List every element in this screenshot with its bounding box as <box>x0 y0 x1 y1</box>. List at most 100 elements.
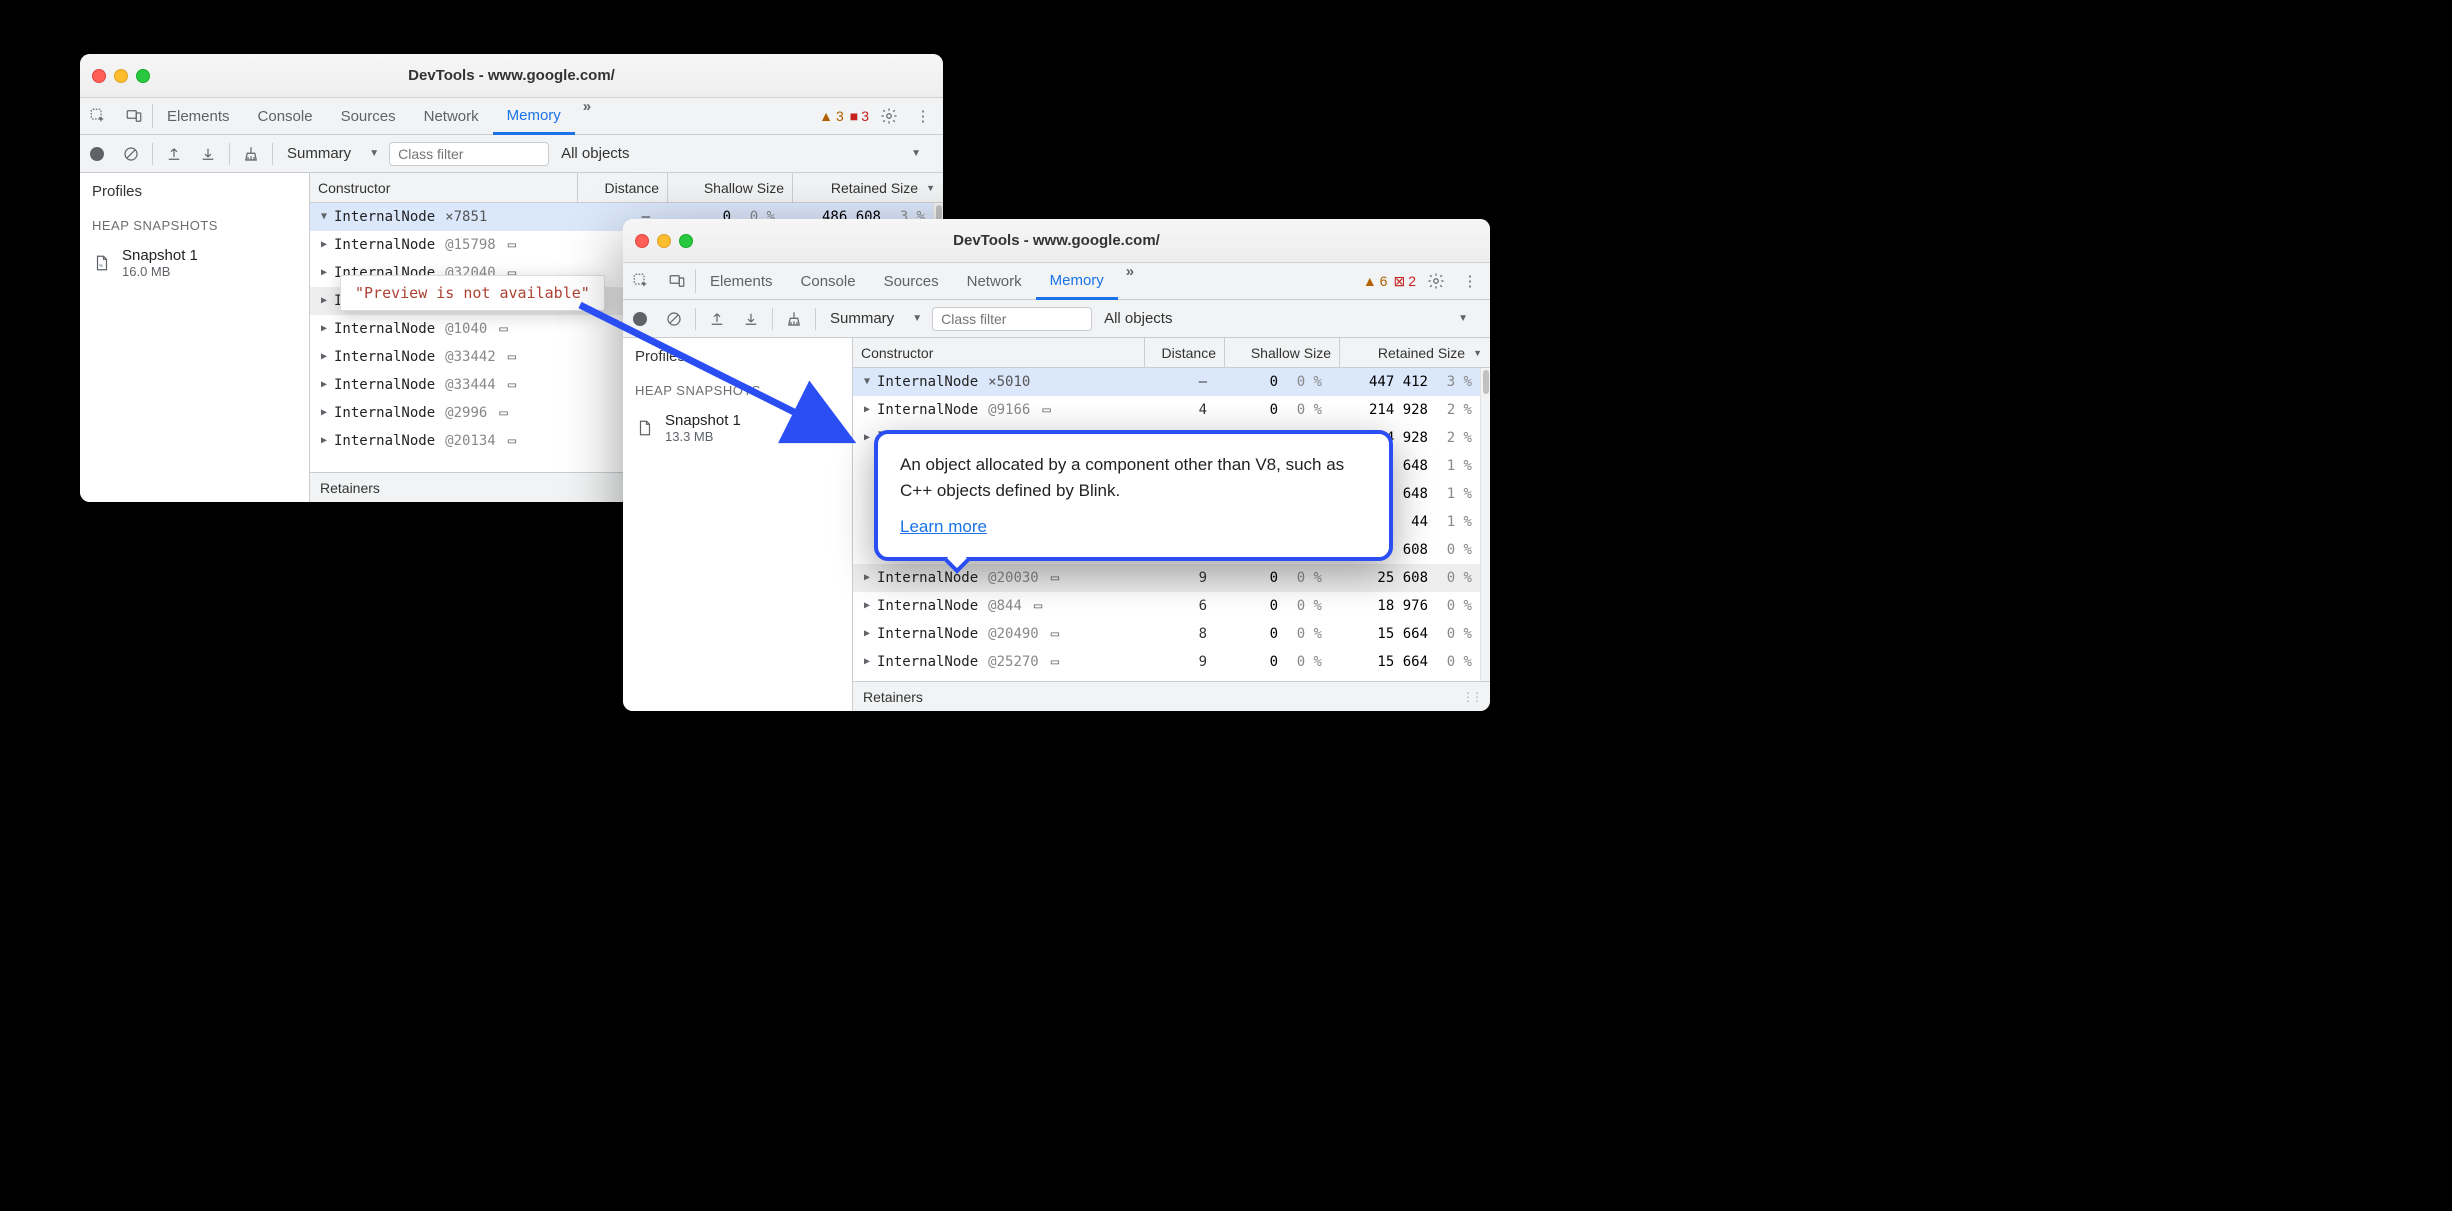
record-icon[interactable] <box>623 312 657 326</box>
close-icon[interactable] <box>92 69 106 83</box>
sidebar-section-label: HEAP SNAPSHOTS <box>623 375 852 406</box>
clear-icon[interactable] <box>114 145 148 163</box>
element-icon: ▭ <box>508 237 516 253</box>
col-retained[interactable]: Retained Size▼ <box>1340 338 1490 367</box>
class-filter-input[interactable] <box>932 307 1092 331</box>
retainers-panel-header[interactable]: Retainers ⋮⋮ <box>853 681 1490 711</box>
col-shallow[interactable]: Shallow Size <box>668 173 793 202</box>
chevron-right-icon[interactable]: ▶ <box>318 407 330 418</box>
chevron-right-icon[interactable]: ▶ <box>318 323 330 334</box>
upload-icon[interactable] <box>700 310 734 328</box>
col-constructor[interactable]: Constructor <box>853 338 1145 367</box>
scope-dropdown[interactable]: All objects ▼ <box>549 145 943 162</box>
kebab-icon[interactable]: ⋮ <box>1456 272 1484 290</box>
chevron-right-icon[interactable]: ▶ <box>318 351 330 362</box>
chevron-right-icon[interactable]: ▶ <box>318 239 330 250</box>
download-icon[interactable] <box>191 145 225 163</box>
snapshot-item[interactable]: Snapshot 1 13.3 MB <box>623 406 852 450</box>
device-toggle-icon[interactable] <box>659 263 695 299</box>
error-count[interactable]: ■ 3 <box>850 108 869 124</box>
tab-elements[interactable]: Elements <box>696 263 787 299</box>
col-retained[interactable]: Retained Size▼ <box>793 173 943 202</box>
table-row[interactable]: ▶InternalNode@25270▭ 9 00 % 15 6640 % <box>853 648 1480 676</box>
chevron-right-icon[interactable]: ▶ <box>318 379 330 390</box>
gear-icon[interactable] <box>875 107 903 125</box>
tab-console[interactable]: Console <box>244 98 327 134</box>
inspect-icon[interactable] <box>623 263 659 299</box>
tab-sources[interactable]: Sources <box>327 98 410 134</box>
close-icon[interactable] <box>635 234 649 248</box>
upload-icon[interactable] <box>157 145 191 163</box>
broom-icon[interactable] <box>777 310 811 328</box>
view-dropdown[interactable]: Summary▼ <box>820 310 932 327</box>
chevron-right-icon[interactable]: ▶ <box>861 628 873 639</box>
more-tabs-icon[interactable]: » <box>575 98 596 134</box>
device-toggle-icon[interactable] <box>116 98 152 134</box>
memory-toolbar: Summary▼ All objects ▼ <box>80 135 943 173</box>
resize-grip-icon[interactable]: ⋮⋮ <box>1462 690 1480 704</box>
sidebar: Profiles HEAP SNAPSHOTS % Snapshot 1 16.… <box>80 173 310 502</box>
tab-console[interactable]: Console <box>787 263 870 299</box>
col-distance[interactable]: Distance <box>578 173 668 202</box>
broom-icon[interactable] <box>234 145 268 163</box>
chevron-right-icon[interactable]: ▶ <box>318 295 330 306</box>
table-header: Constructor Distance Shallow Size Retain… <box>310 173 943 203</box>
table-header: Constructor Distance Shallow Size Retain… <box>853 338 1490 368</box>
chevron-right-icon[interactable]: ▶ <box>861 572 873 583</box>
snapshot-item[interactable]: % Snapshot 1 16.0 MB <box>80 241 309 285</box>
record-icon[interactable] <box>80 147 114 161</box>
minimize-icon[interactable] <box>114 69 128 83</box>
titlebar[interactable]: DevTools - www.google.com/ <box>623 219 1490 263</box>
traffic-lights <box>92 69 150 83</box>
chevron-down-icon[interactable]: ▼ <box>318 211 330 222</box>
table-row[interactable]: ▼InternalNode×5010 – 00 % 447 4123 % <box>853 368 1480 396</box>
table-row[interactable]: ▶InternalNode@9166▭ 4 00 % 214 9282 % <box>853 396 1480 424</box>
table-row[interactable]: ▶InternalNode@20490▭ 8 00 % 15 6640 % <box>853 620 1480 648</box>
chevron-right-icon[interactable]: ▶ <box>861 404 873 415</box>
warning-count[interactable]: ▲ 6 <box>1363 273 1388 289</box>
chevron-down-icon: ▼ <box>911 148 931 159</box>
tab-network[interactable]: Network <box>410 98 493 134</box>
tab-sources[interactable]: Sources <box>870 263 953 299</box>
scrollbar[interactable] <box>1480 368 1490 681</box>
tab-network[interactable]: Network <box>953 263 1036 299</box>
titlebar[interactable]: DevTools - www.google.com/ <box>80 54 943 98</box>
col-shallow[interactable]: Shallow Size <box>1225 338 1340 367</box>
download-icon[interactable] <box>734 310 768 328</box>
chevron-right-icon[interactable]: ▶ <box>861 656 873 667</box>
maximize-icon[interactable] <box>679 234 693 248</box>
snapshot-size: 16.0 MB <box>122 264 198 279</box>
class-filter-input[interactable] <box>389 142 549 166</box>
view-dropdown[interactable]: Summary▼ <box>277 145 389 162</box>
more-tabs-icon[interactable]: » <box>1118 263 1139 299</box>
chevron-down-icon[interactable]: ▼ <box>861 376 873 387</box>
element-icon: ▭ <box>1051 654 1059 670</box>
chevron-right-icon[interactable]: ▶ <box>318 435 330 446</box>
table-row[interactable]: ▶InternalNode@844▭ 6 00 % 18 9760 % <box>853 592 1480 620</box>
snapshot-file-icon: % <box>92 251 112 275</box>
tab-memory[interactable]: Memory <box>493 98 575 135</box>
tab-memory[interactable]: Memory <box>1036 263 1118 300</box>
tab-elements[interactable]: Elements <box>153 98 244 134</box>
warning-count[interactable]: ▲ 3 <box>819 108 844 124</box>
element-icon: ▭ <box>1042 402 1050 418</box>
maximize-icon[interactable] <box>136 69 150 83</box>
scope-dropdown[interactable]: All objects▼ <box>1092 310 1490 327</box>
element-icon: ▭ <box>1051 570 1059 586</box>
table-row[interactable]: ▶InternalNode@20030▭ 9 00 % 25 6080 % <box>853 564 1480 592</box>
kebab-icon[interactable]: ⋮ <box>909 107 937 125</box>
col-distance[interactable]: Distance <box>1145 338 1225 367</box>
minimize-icon[interactable] <box>657 234 671 248</box>
error-count[interactable]: ⊠ 2 <box>1393 273 1416 290</box>
tabbar: Elements Console Sources Network Memory … <box>623 263 1490 300</box>
col-constructor[interactable]: Constructor <box>310 173 578 202</box>
inspect-icon[interactable] <box>80 98 116 134</box>
element-icon: ▭ <box>508 377 516 393</box>
chevron-right-icon[interactable]: ▶ <box>318 267 330 278</box>
gear-icon[interactable] <box>1422 272 1450 290</box>
chevron-right-icon[interactable]: ▶ <box>861 432 873 443</box>
learn-more-link[interactable]: Learn more <box>900 517 987 536</box>
sort-desc-icon: ▼ <box>1473 348 1482 358</box>
chevron-right-icon[interactable]: ▶ <box>861 600 873 611</box>
clear-icon[interactable] <box>657 310 691 328</box>
